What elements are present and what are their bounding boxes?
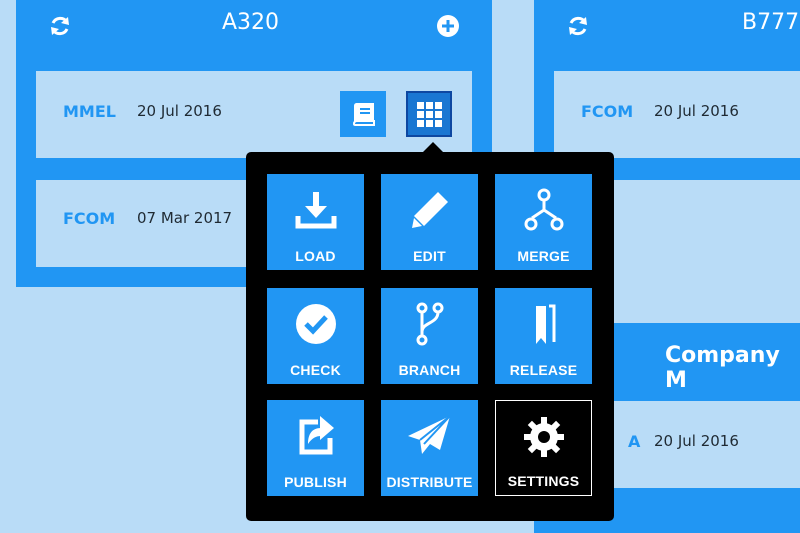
card-title: Company M [665, 343, 780, 393]
download-icon [295, 192, 336, 229]
document-date: 07 Mar 2017 [137, 209, 233, 227]
merge-icon [524, 188, 563, 231]
open-book-button[interactable] [340, 91, 386, 137]
document-type: A [628, 432, 641, 451]
check-button[interactable]: CHECK [267, 288, 364, 384]
document-type: FCOM [581, 102, 634, 121]
merge-button[interactable]: MERGE [495, 174, 592, 270]
book-icon [352, 103, 375, 126]
load-button[interactable]: LOAD [267, 174, 364, 270]
apps-grid-button[interactable] [406, 91, 452, 137]
share-icon [299, 416, 334, 455]
branch-icon [416, 302, 443, 346]
card-title: A320 [222, 10, 280, 35]
tile-label: BRANCH [398, 362, 461, 378]
tile-label: CHECK [290, 362, 341, 378]
grid-icon [417, 102, 442, 127]
tile-label: DISTRIBUTE [386, 474, 473, 490]
paper-plane-icon [407, 415, 451, 454]
tile-label: LOAD [295, 248, 336, 264]
gear-icon [523, 417, 564, 457]
document-date: 20 Jul 2016 [654, 102, 739, 120]
edit-button[interactable]: EDIT [381, 174, 478, 270]
branch-button[interactable]: BRANCH [381, 288, 478, 384]
tile-label: EDIT [413, 248, 446, 264]
card-title: B777 [742, 10, 800, 35]
refresh-icon[interactable] [566, 14, 590, 38]
tile-label: RELEASE [509, 362, 578, 378]
check-circle-icon [295, 304, 336, 344]
actions-popover: LOAD EDIT MERGE CHECK BRANCH RELEASE PUB… [246, 152, 614, 521]
pencil-icon [411, 192, 448, 228]
document-date: 20 Jul 2016 [137, 102, 222, 120]
refresh-icon[interactable] [48, 14, 72, 38]
settings-button[interactable]: SETTINGS [495, 400, 592, 496]
tile-label: MERGE [517, 248, 570, 264]
tile-label: PUBLISH [284, 474, 347, 490]
distribute-button[interactable]: DISTRIBUTE [381, 400, 478, 496]
document-row[interactable]: MMEL 20 Jul 2016 [36, 71, 472, 158]
publish-button[interactable]: PUBLISH [267, 400, 364, 496]
document-type: FCOM [63, 209, 116, 228]
document-type: MMEL [63, 102, 116, 121]
tile-label: SETTINGS [507, 473, 580, 489]
document-date: 20 Jul 2016 [654, 432, 739, 450]
add-icon[interactable] [436, 14, 460, 38]
document-row[interactable]: FCOM 20 Jul 2016 [554, 71, 800, 158]
bookmark-icon [535, 304, 555, 344]
release-button[interactable]: RELEASE [495, 288, 592, 384]
